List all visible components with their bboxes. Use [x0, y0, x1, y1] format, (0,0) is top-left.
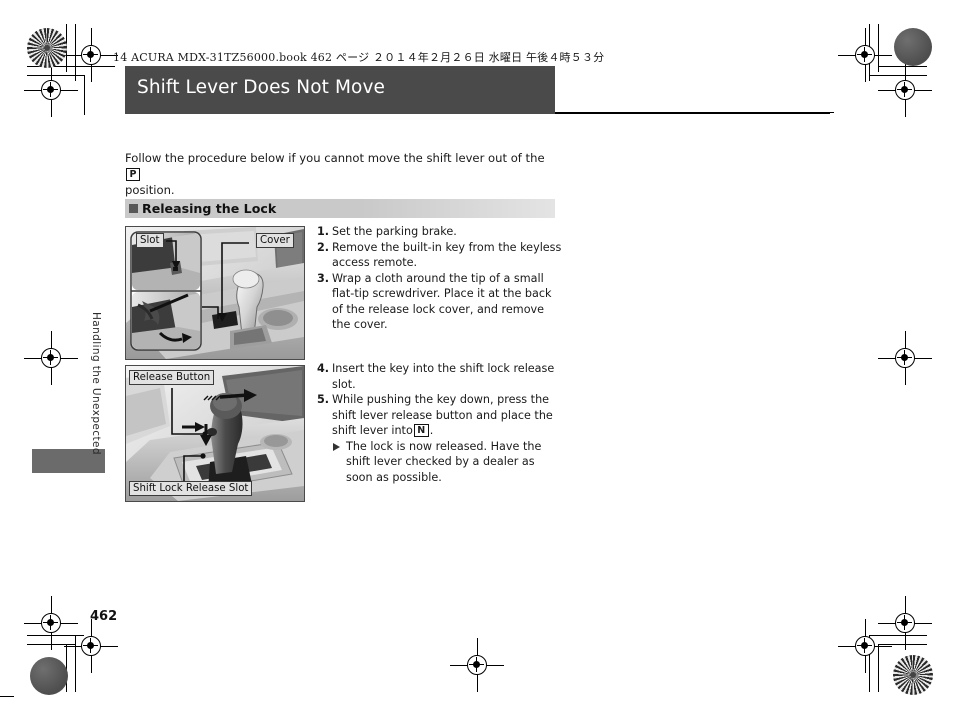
figure-shift-lever-release: Release Button Shift Lock Release Slot [125, 365, 305, 502]
figure-shift-lock-cover: Slot Cover [125, 226, 305, 360]
step-text: Remove the built-in key from the keyless… [332, 240, 562, 270]
registration-mark [838, 28, 892, 82]
intro-text-after: position. [125, 183, 175, 197]
registration-mark [838, 619, 892, 673]
crop-rule [75, 24, 76, 81]
step-number: 1. [317, 225, 330, 238]
crop-rule [84, 75, 85, 115]
figure-b-label-release-slot: Shift Lock Release Slot [129, 481, 253, 496]
step-text-period: . [429, 424, 434, 437]
section-heading-band: Releasing the Lock [125, 199, 555, 218]
section-heading: Releasing the Lock [142, 201, 277, 216]
procedure-steps-lower: 4. Insert the key into the shift lock re… [317, 361, 562, 485]
book-header-line: 14 ACURA MDX-31TZ56000.book 462 ページ ２０１４… [113, 51, 605, 64]
star-target-mark [893, 655, 933, 695]
crop-rule [878, 24, 879, 72]
step-item: 1. Set the parking brake. [317, 224, 562, 240]
step-item: 4. Insert the key into the shift lock re… [317, 361, 562, 392]
density-dot-mark [894, 28, 932, 66]
step-text: Wrap a cloth around the tip of a small f… [332, 271, 552, 332]
registration-mark [24, 63, 78, 117]
intro-text-before: Follow the procedure below if you cannot… [125, 151, 545, 165]
page-number: 462 [90, 609, 118, 624]
step-item: 2. Remove the built-in key from the keyl… [317, 240, 562, 271]
figure-b-label-release-button: Release Button [129, 370, 215, 385]
registration-mark [24, 331, 78, 385]
registration-mark [64, 28, 118, 82]
step-number: 4. [317, 362, 330, 375]
registration-mark [878, 63, 932, 117]
step-number: 5. [317, 393, 330, 406]
step-number: 2. [317, 240, 330, 254]
gear-position-badge-n: N [413, 424, 429, 437]
crop-rule [878, 644, 879, 692]
crop-rule [75, 635, 76, 692]
crop-rule [0, 696, 14, 697]
page-title-bar: Shift Lever Does Not Move [125, 66, 555, 114]
registration-mark [450, 638, 504, 692]
step-text: Insert the key into the shift lock relea… [332, 362, 555, 391]
registration-mark [24, 596, 78, 650]
title-underline-rule [555, 112, 830, 114]
step-item: 5. While pushing the key down, press the… [317, 392, 562, 485]
triangle-bullet-icon [333, 442, 340, 451]
registration-mark [878, 596, 932, 650]
step-text: While pushing the key down, press the sh… [332, 393, 553, 437]
star-target-mark [27, 28, 67, 68]
density-dot-mark [30, 657, 68, 695]
chapter-running-title: Handling the Unexpected [90, 312, 102, 455]
figure-a-label-slot: Slot [136, 233, 164, 248]
gear-position-badge-p: P [126, 168, 140, 181]
step-sub-note-text: The lock is now released. Have the shift… [346, 439, 542, 484]
crop-rule [869, 75, 927, 76]
registration-mark [878, 331, 932, 385]
step-text: Set the parking brake. [332, 225, 457, 238]
procedure-steps-upper: 1. Set the parking brake. 2. Remove the … [317, 224, 562, 333]
step-item: 3. Wrap a cloth around the tip of a smal… [317, 271, 562, 333]
crop-rule [878, 66, 927, 67]
step-number: 3. [317, 271, 330, 285]
registration-mark [64, 619, 118, 673]
square-bullet-icon [129, 204, 138, 213]
figure-a-label-cover: Cover [256, 233, 294, 248]
intro-paragraph: Follow the procedure below if you cannot… [125, 150, 545, 198]
step-sub-note: The lock is now released. Have the shift… [332, 439, 562, 486]
page-title: Shift Lever Does Not Move [137, 77, 385, 98]
crop-rule [27, 75, 84, 76]
